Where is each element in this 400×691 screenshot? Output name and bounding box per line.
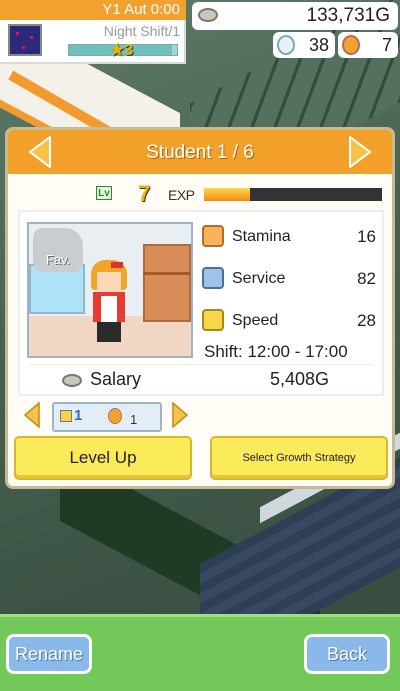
medal-count: 1 <box>130 412 138 427</box>
next-student-arrow-icon[interactable] <box>348 135 372 169</box>
salary-label: Salary <box>90 369 142 389</box>
coin-icon <box>198 8 218 22</box>
panel-title: Student 1 / 6 <box>146 142 254 163</box>
service-icon <box>202 267 224 289</box>
medal-icon <box>108 408 122 424</box>
money-display: 133,731G <box>192 2 398 30</box>
bottom-bar: Rename Back <box>0 614 400 691</box>
stat-value: 16 <box>357 227 376 246</box>
medal-value: 7 <box>381 35 392 55</box>
status-hud: Y1 Aut 0:00 Night Shift/1 ★3 <box>0 0 186 64</box>
divider <box>28 364 374 365</box>
item-box[interactable]: 1 1 <box>52 402 162 432</box>
salary-value: 5,408G <box>270 369 330 389</box>
idea-counter: 38 <box>273 32 335 58</box>
stat-value: 82 <box>357 269 376 288</box>
item-count: 1 <box>74 407 83 424</box>
stat-stamina: Stamina 16 <box>202 224 380 252</box>
exp-fill <box>204 188 251 201</box>
idea-value: 38 <box>308 35 329 55</box>
stat-value: 28 <box>357 311 376 330</box>
lightbulb-icon <box>277 35 295 55</box>
stat-speed: Speed 28 <box>202 308 380 336</box>
back-button[interactable]: Back <box>304 634 390 674</box>
night-sky-icon[interactable] <box>8 24 42 56</box>
prev-item-arrow-icon[interactable] <box>23 401 40 429</box>
medal-icon <box>342 35 360 55</box>
next-item-arrow-icon[interactable] <box>172 401 189 429</box>
rename-button[interactable]: Rename <box>6 634 92 674</box>
medal-counter: 7 <box>338 32 398 58</box>
date-label: Y1 Aut 0:00 <box>0 0 186 20</box>
student-sprite <box>85 260 141 346</box>
fav-label: Fav. <box>45 252 71 267</box>
stat-label: Stamina <box>232 228 291 245</box>
shift-label: Night Shift/1 <box>103 23 180 39</box>
coin-icon <box>62 374 82 387</box>
favorite-cloud-icon[interactable]: Fav. <box>33 228 83 272</box>
exp-label: EXP <box>168 187 195 203</box>
rank-star-icon: ★3 <box>110 42 134 59</box>
level-badge-icon: Lv <box>96 186 112 200</box>
student-card: Fav. Stamina 16 Service 82 Speed 28 Shif… <box>18 210 384 396</box>
staff-panel: Student 1 / 6 Lv 7 EXP Fav. Stamina 16 S… <box>5 127 395 489</box>
stat-label: Service <box>232 270 286 287</box>
level-number: 7 <box>138 181 151 206</box>
level-up-button[interactable]: Level Up <box>14 436 192 480</box>
stat-service: Service 82 <box>202 266 380 294</box>
shelf <box>143 244 191 322</box>
exp-bar <box>204 188 382 201</box>
stamina-icon <box>202 225 224 247</box>
growth-strategy-button[interactable]: Select Growth Strategy <box>210 436 388 480</box>
student-portrait[interactable]: Fav. <box>27 222 193 358</box>
stat-label: Speed <box>232 312 279 329</box>
rank-number: 3 <box>124 42 134 59</box>
money-value: 133,731G <box>306 5 390 26</box>
speed-icon <box>202 309 224 331</box>
item-square-icon <box>60 410 72 422</box>
shift-hours: Shift: 12:00 - 17:00 <box>204 342 348 361</box>
panel-header: Student 1 / 6 <box>8 130 392 174</box>
